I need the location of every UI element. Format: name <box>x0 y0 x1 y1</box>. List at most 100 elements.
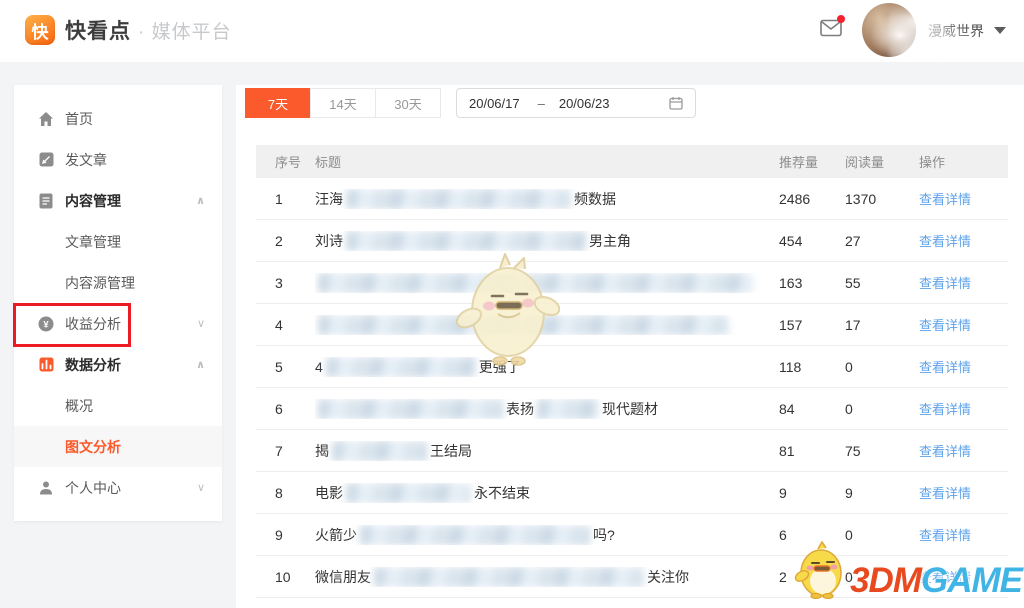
coin-icon: ¥ <box>38 316 54 332</box>
table-row: 4 157 17 查看详情 <box>256 304 1008 346</box>
avatar[interactable] <box>862 3 916 57</box>
title-fragment: 男主角 <box>589 233 631 249</box>
redacted-blur <box>318 399 503 419</box>
title-fragment: 揭 <box>315 443 329 459</box>
row-read-count: 55 <box>845 275 919 291</box>
chevron-down-icon[interactable]: ∨ <box>197 317 205 330</box>
sidebar-item-revenue-analysis[interactable]: ¥ 收益分析 ∨ <box>14 303 222 344</box>
sidebar-item-content-source-management[interactable]: 内容源管理 <box>14 262 222 303</box>
svg-text:¥: ¥ <box>43 319 49 330</box>
sidebar-menu: 首页 发文章 内容管理 ∧ 文章管理 内容源管理 ¥ 收益分析 ∨ 数据分析 ∧… <box>14 85 222 508</box>
sidebar-item-personal-center[interactable]: 个人中心 ∨ <box>14 467 222 508</box>
sidebar: 首页 发文章 内容管理 ∧ 文章管理 内容源管理 ¥ 收益分析 ∨ 数据分析 ∧… <box>14 85 222 521</box>
row-recommend-count: 157 <box>779 317 845 333</box>
redacted-blur <box>326 357 476 377</box>
col-header-action: 操作 <box>919 152 1008 171</box>
person-icon <box>38 480 54 496</box>
sidebar-item-label: 首页 <box>65 109 93 129</box>
table-row: 1 汪海频数据 2486 1370 查看详情 <box>256 178 1008 220</box>
row-recommend-count: 2486 <box>779 191 845 207</box>
chevron-down-icon[interactable] <box>994 27 1006 34</box>
redacted-blur <box>346 483 471 503</box>
sidebar-item-data-analysis[interactable]: 数据分析 ∧ <box>14 344 222 385</box>
toolbar: 7天14天30天 20/06/17 – 20/06/23 <box>245 88 1024 118</box>
row-title: 4更强了 <box>315 357 779 377</box>
mail-icon[interactable] <box>820 19 842 42</box>
title-fragment: 王结局 <box>430 443 472 459</box>
range-tab-7d[interactable]: 7天 <box>245 88 311 118</box>
row-recommend-count: 9 <box>779 485 845 501</box>
chevron-up-icon[interactable]: ∧ <box>196 194 205 207</box>
col-header-no: 序号 <box>256 152 315 171</box>
row-number: 3 <box>256 275 315 291</box>
row-action-cell: 查看详情 <box>919 567 1008 586</box>
sidebar-item-label: 收益分析 <box>65 314 121 334</box>
view-details-link[interactable]: 查看详情 <box>919 402 971 417</box>
title-fragment: 4 <box>315 359 323 375</box>
date-start: 20/06/17 <box>469 96 520 111</box>
row-title: 火箭少吗? <box>315 525 779 545</box>
row-title: 汪海频数据 <box>315 189 779 209</box>
sidebar-item-content-management[interactable]: 内容管理 ∧ <box>14 180 222 221</box>
title-fragment: 现代题材 <box>602 401 658 417</box>
chevron-down-icon[interactable]: ∨ <box>197 481 205 494</box>
row-number: 10 <box>256 569 315 585</box>
view-details-link[interactable]: 查看详情 <box>919 234 971 249</box>
home-icon <box>38 111 54 127</box>
view-details-link[interactable]: 查看详情 <box>919 486 971 501</box>
table-header-row: 序号 标题 推荐量 阅读量 操作 <box>256 145 1008 178</box>
sidebar-item-article-analysis[interactable]: 图文分析 <box>14 426 222 467</box>
range-tab-30d[interactable]: 30天 <box>375 88 441 118</box>
sidebar-item-label: 个人中心 <box>65 478 121 498</box>
date-separator: – <box>538 96 545 111</box>
redacted-blur <box>346 189 571 209</box>
row-action-cell: 查看详情 <box>919 483 1008 502</box>
redacted-blur <box>346 231 586 251</box>
sidebar-item-post-article[interactable]: 发文章 <box>14 139 222 180</box>
range-tab-14d[interactable]: 14天 <box>310 88 376 118</box>
row-read-count: 27 <box>845 233 919 249</box>
app-logo-icon: 快 <box>25 15 55 45</box>
redacted-blur <box>374 567 644 587</box>
view-details-link[interactable]: 查看详情 <box>919 528 971 543</box>
date-range-picker[interactable]: 20/06/17 – 20/06/23 <box>456 88 696 118</box>
row-title: 表扬现代题材 <box>315 399 779 419</box>
row-number: 9 <box>256 527 315 543</box>
title-fragment: 火箭少 <box>315 527 357 543</box>
account-name[interactable]: 漫威世界 <box>928 21 984 41</box>
row-read-count: 9 <box>845 485 919 501</box>
brand-name: 快看点 <box>65 15 131 45</box>
row-number: 8 <box>256 485 315 501</box>
row-number: 7 <box>256 443 315 459</box>
col-header-reads: 阅读量 <box>845 152 919 171</box>
row-action-cell: 查看详情 <box>919 525 1008 544</box>
view-details-link[interactable]: 查看详情 <box>919 360 971 375</box>
chevron-up-icon[interactable]: ∧ <box>196 358 205 371</box>
row-action-cell: 查看详情 <box>919 315 1008 334</box>
brand[interactable]: 快 快看点 · 媒体平台 <box>25 15 232 45</box>
row-recommend-count: 84 <box>779 401 845 417</box>
sidebar-item-article-management[interactable]: 文章管理 <box>14 221 222 262</box>
sidebar-item-overview[interactable]: 概况 <box>14 385 222 426</box>
table-row: 9 火箭少吗? 6 0 查看详情 <box>256 514 1008 556</box>
app-header: 快 快看点 · 媒体平台 漫威世界 <box>0 0 1024 62</box>
range-tab-group: 7天14天30天 <box>245 88 441 118</box>
row-number: 2 <box>256 233 315 249</box>
table-row: 7 揭王结局 81 75 查看详情 <box>256 430 1008 472</box>
view-details-link[interactable]: 查看详情 <box>919 444 971 459</box>
row-action-cell: 查看详情 <box>919 189 1008 208</box>
redacted-blur <box>318 315 728 335</box>
row-title: 刘诗男主角 <box>315 231 779 251</box>
view-details-link[interactable]: 查看详情 <box>919 276 971 291</box>
view-details-link[interactable]: 查看详情 <box>919 570 971 585</box>
row-action-cell: 查看详情 <box>919 441 1008 460</box>
sidebar-item-home[interactable]: 首页 <box>14 98 222 139</box>
row-read-count: 75 <box>845 443 919 459</box>
header-right: 漫威世界 <box>794 0 1024 62</box>
col-header-title: 标题 <box>315 152 779 171</box>
view-details-link[interactable]: 查看详情 <box>919 192 971 207</box>
view-details-link[interactable]: 查看详情 <box>919 318 971 333</box>
pen-icon <box>38 152 54 168</box>
sidebar-item-label: 内容管理 <box>65 191 121 211</box>
table-row: 8 电影永不结束 9 9 查看详情 <box>256 472 1008 514</box>
